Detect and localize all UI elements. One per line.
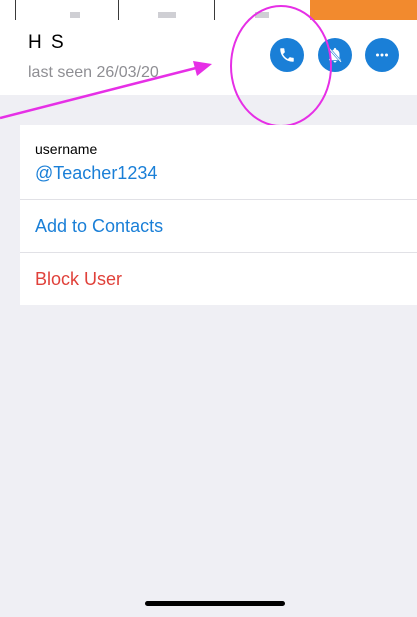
tab-icon-fragment [70, 12, 80, 18]
username-row[interactable]: username @Teacher1234 [20, 125, 417, 200]
last-seen-status: last seen 26/03/20 [28, 64, 159, 81]
block-user-label: Block User [35, 269, 123, 289]
tab-segment-4-active[interactable] [310, 0, 417, 20]
home-indicator[interactable] [145, 601, 285, 606]
top-tab-strip [0, 0, 417, 21]
add-to-contacts-label: Add to Contacts [35, 216, 164, 236]
add-to-contacts-button[interactable]: Add to Contacts [20, 200, 417, 253]
tab-icon-fragment [158, 12, 176, 18]
username-label: username [35, 141, 98, 157]
profile-header: H S last seen 26/03/20 [0, 20, 417, 95]
annotation-circle [230, 5, 332, 127]
contact-name: H S [28, 32, 66, 53]
contact-info-card: username @Teacher1234 Add to Contacts Bl… [20, 125, 417, 305]
block-user-button[interactable]: Block User [20, 253, 417, 305]
more-options-button[interactable] [365, 38, 399, 72]
tab-divider [15, 0, 16, 20]
tab-segment-1[interactable] [0, 0, 118, 20]
username-value[interactable]: @Teacher1234 [35, 163, 157, 184]
ellipsis-icon [376, 53, 388, 57]
